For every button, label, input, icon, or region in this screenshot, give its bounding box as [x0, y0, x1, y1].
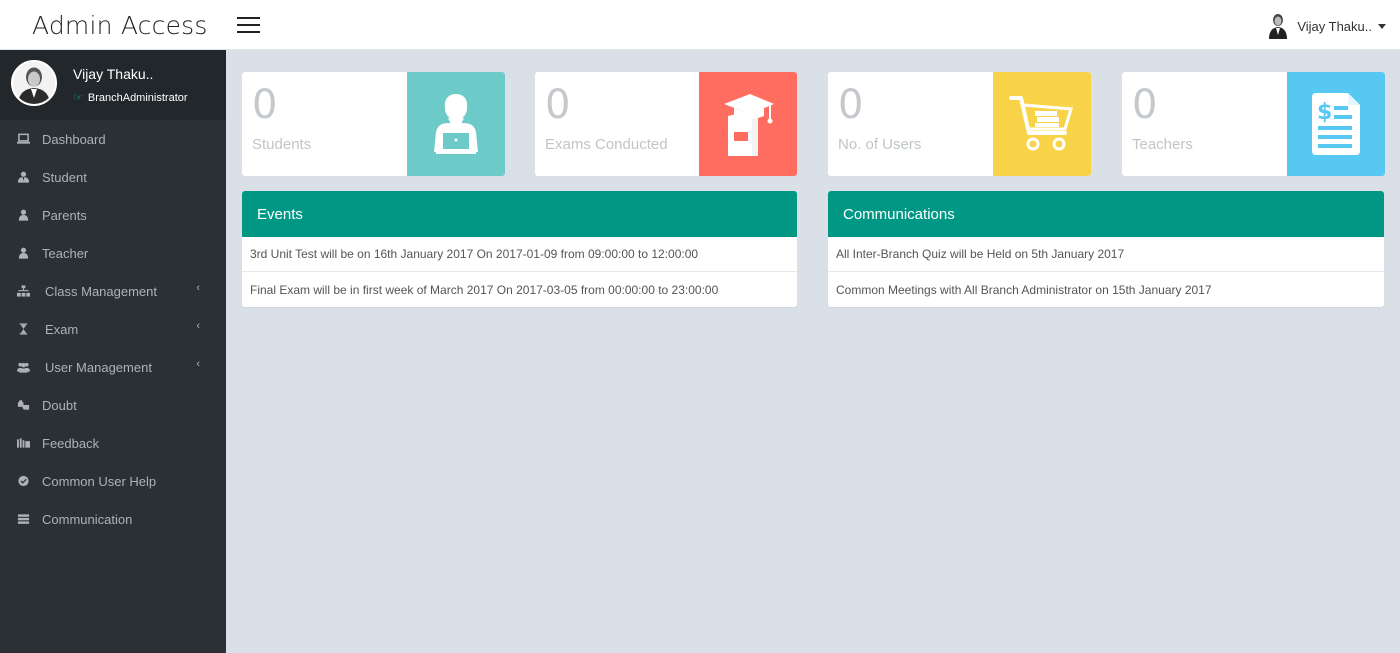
- user-name: Vijay Thaku..: [1297, 18, 1372, 34]
- menu-toggle-icon[interactable]: [237, 17, 260, 33]
- user-avatar-icon: [1269, 14, 1288, 39]
- stat-label: Students: [252, 136, 312, 153]
- user-menu-dropdown[interactable]: Vijay Thaku..: [1267, 12, 1386, 40]
- sidebar-item-student[interactable]: Student: [0, 158, 226, 196]
- sitemap-icon: [16, 285, 30, 297]
- stat-value: 0: [545, 82, 571, 128]
- sidebar-item-teacher[interactable]: Teacher: [0, 234, 226, 272]
- list-item[interactable]: Final Exam will be in first week of Marc…: [242, 272, 797, 307]
- svg-text:$: $: [1317, 100, 1332, 125]
- laptop-icon: [16, 133, 30, 145]
- sidebar-item-common-user-help[interactable]: Common User Help: [0, 462, 226, 500]
- stat-value: 0: [1132, 82, 1158, 128]
- sidebar-item-label: Common User Help: [42, 473, 157, 489]
- profile-name: Vijay Thaku..: [73, 66, 154, 82]
- sidebar-item-label: Class Management: [45, 283, 157, 299]
- user-icon: [16, 247, 30, 259]
- stat-card-exams-conducted[interactable]: 0 Exams Conducted: [535, 72, 797, 176]
- list-item[interactable]: 3rd Unit Test will be on 16th January 20…: [242, 237, 797, 272]
- stat-label: No. of Users: [838, 136, 922, 153]
- stat-icon-box: [407, 72, 505, 176]
- sidebar-item-user-management[interactable]: User Management ‹: [0, 348, 226, 386]
- sidebar-item-dashboard[interactable]: Dashboard: [0, 120, 226, 158]
- sidebar-item-label: Parents: [42, 207, 87, 223]
- sidebar-item-label: Teacher: [42, 245, 89, 261]
- sidebar-item-exam[interactable]: Exam ‹: [0, 310, 226, 348]
- stat-label: Teachers: [1132, 136, 1193, 153]
- sidebar-item-feedback[interactable]: Feedback: [0, 424, 226, 462]
- stat-card-students[interactable]: 0 Students: [242, 72, 505, 176]
- avatar[interactable]: [11, 60, 57, 106]
- communications-title: Communications: [828, 191, 1384, 237]
- stat-label: Exams Conducted: [545, 136, 668, 153]
- stat-card-users[interactable]: 0 No. of Users: [828, 72, 1091, 176]
- invoice-dollar-icon: $: [1312, 93, 1360, 155]
- sidebar-item-communication[interactable]: Communication: [0, 500, 226, 538]
- sidebar-item-label: Communication: [42, 511, 133, 527]
- stat-icon-box: $: [1287, 72, 1385, 176]
- list-icon: [16, 513, 30, 525]
- puzzle-icon: [16, 399, 30, 411]
- sidebar-profile: Vijay Thaku.. ☞ BranchAdministrator: [0, 50, 226, 120]
- sidebar-item-label: Feedback: [42, 435, 100, 451]
- chevron-left-icon: ‹: [196, 358, 200, 370]
- hand-pointer-icon: ☞: [73, 92, 83, 104]
- sidebar-item-class-management[interactable]: Class Management ‹: [0, 272, 226, 310]
- hourglass-icon: [16, 323, 30, 335]
- stat-card-teachers[interactable]: 0 Teachers $: [1122, 72, 1385, 176]
- communications-panel: Communications All Inter-Branch Quiz wil…: [828, 191, 1384, 307]
- person-laptop-icon: [434, 94, 478, 154]
- user-tie-icon: [16, 171, 30, 183]
- sidebar-item-label: Exam: [45, 321, 79, 337]
- stat-value: 0: [252, 82, 278, 128]
- sidebar-menu: Dashboard Student Parents Teacher Class …: [0, 120, 226, 538]
- check-circle-icon: [16, 475, 30, 487]
- sidebar-item-label: Dashboard: [42, 131, 106, 147]
- profile-role-text: BranchAdministrator: [87, 91, 188, 104]
- chevron-left-icon: ‹: [196, 320, 200, 332]
- shopping-cart-icon: [1009, 96, 1073, 151]
- events-panel: Events 3rd Unit Test will be on 16th Jan…: [242, 191, 797, 307]
- brand-title[interactable]: Admin Access: [32, 11, 208, 40]
- sidebar-item-label: User Management: [45, 359, 152, 375]
- sidebar-item-doubt[interactable]: Doubt: [0, 386, 226, 424]
- chevron-left-icon: ‹: [196, 282, 200, 294]
- stat-icon-box: [993, 72, 1091, 176]
- sidebar-item-parents[interactable]: Parents: [0, 196, 226, 234]
- books-icon: [16, 437, 30, 449]
- stat-value: 0: [838, 82, 864, 128]
- graduation-book-icon: [724, 94, 774, 156]
- sidebar-item-label: Doubt: [42, 397, 77, 413]
- users-icon: [16, 361, 30, 373]
- list-item[interactable]: Common Meetings with All Branch Administ…: [828, 272, 1384, 307]
- sidebar-item-label: Student: [42, 169, 87, 185]
- caret-down-icon: [1378, 23, 1386, 29]
- top-bar: Admin Access Vijay Thaku..: [0, 0, 1400, 50]
- profile-role: ☞ BranchAdministrator: [73, 91, 188, 105]
- stat-icon-box: [699, 72, 797, 176]
- user-icon: [16, 209, 30, 221]
- sidebar: Vijay Thaku.. ☞ BranchAdministrator Dash…: [0, 50, 226, 653]
- list-item[interactable]: All Inter-Branch Quiz will be Held on 5t…: [828, 237, 1384, 272]
- events-title: Events: [242, 191, 797, 237]
